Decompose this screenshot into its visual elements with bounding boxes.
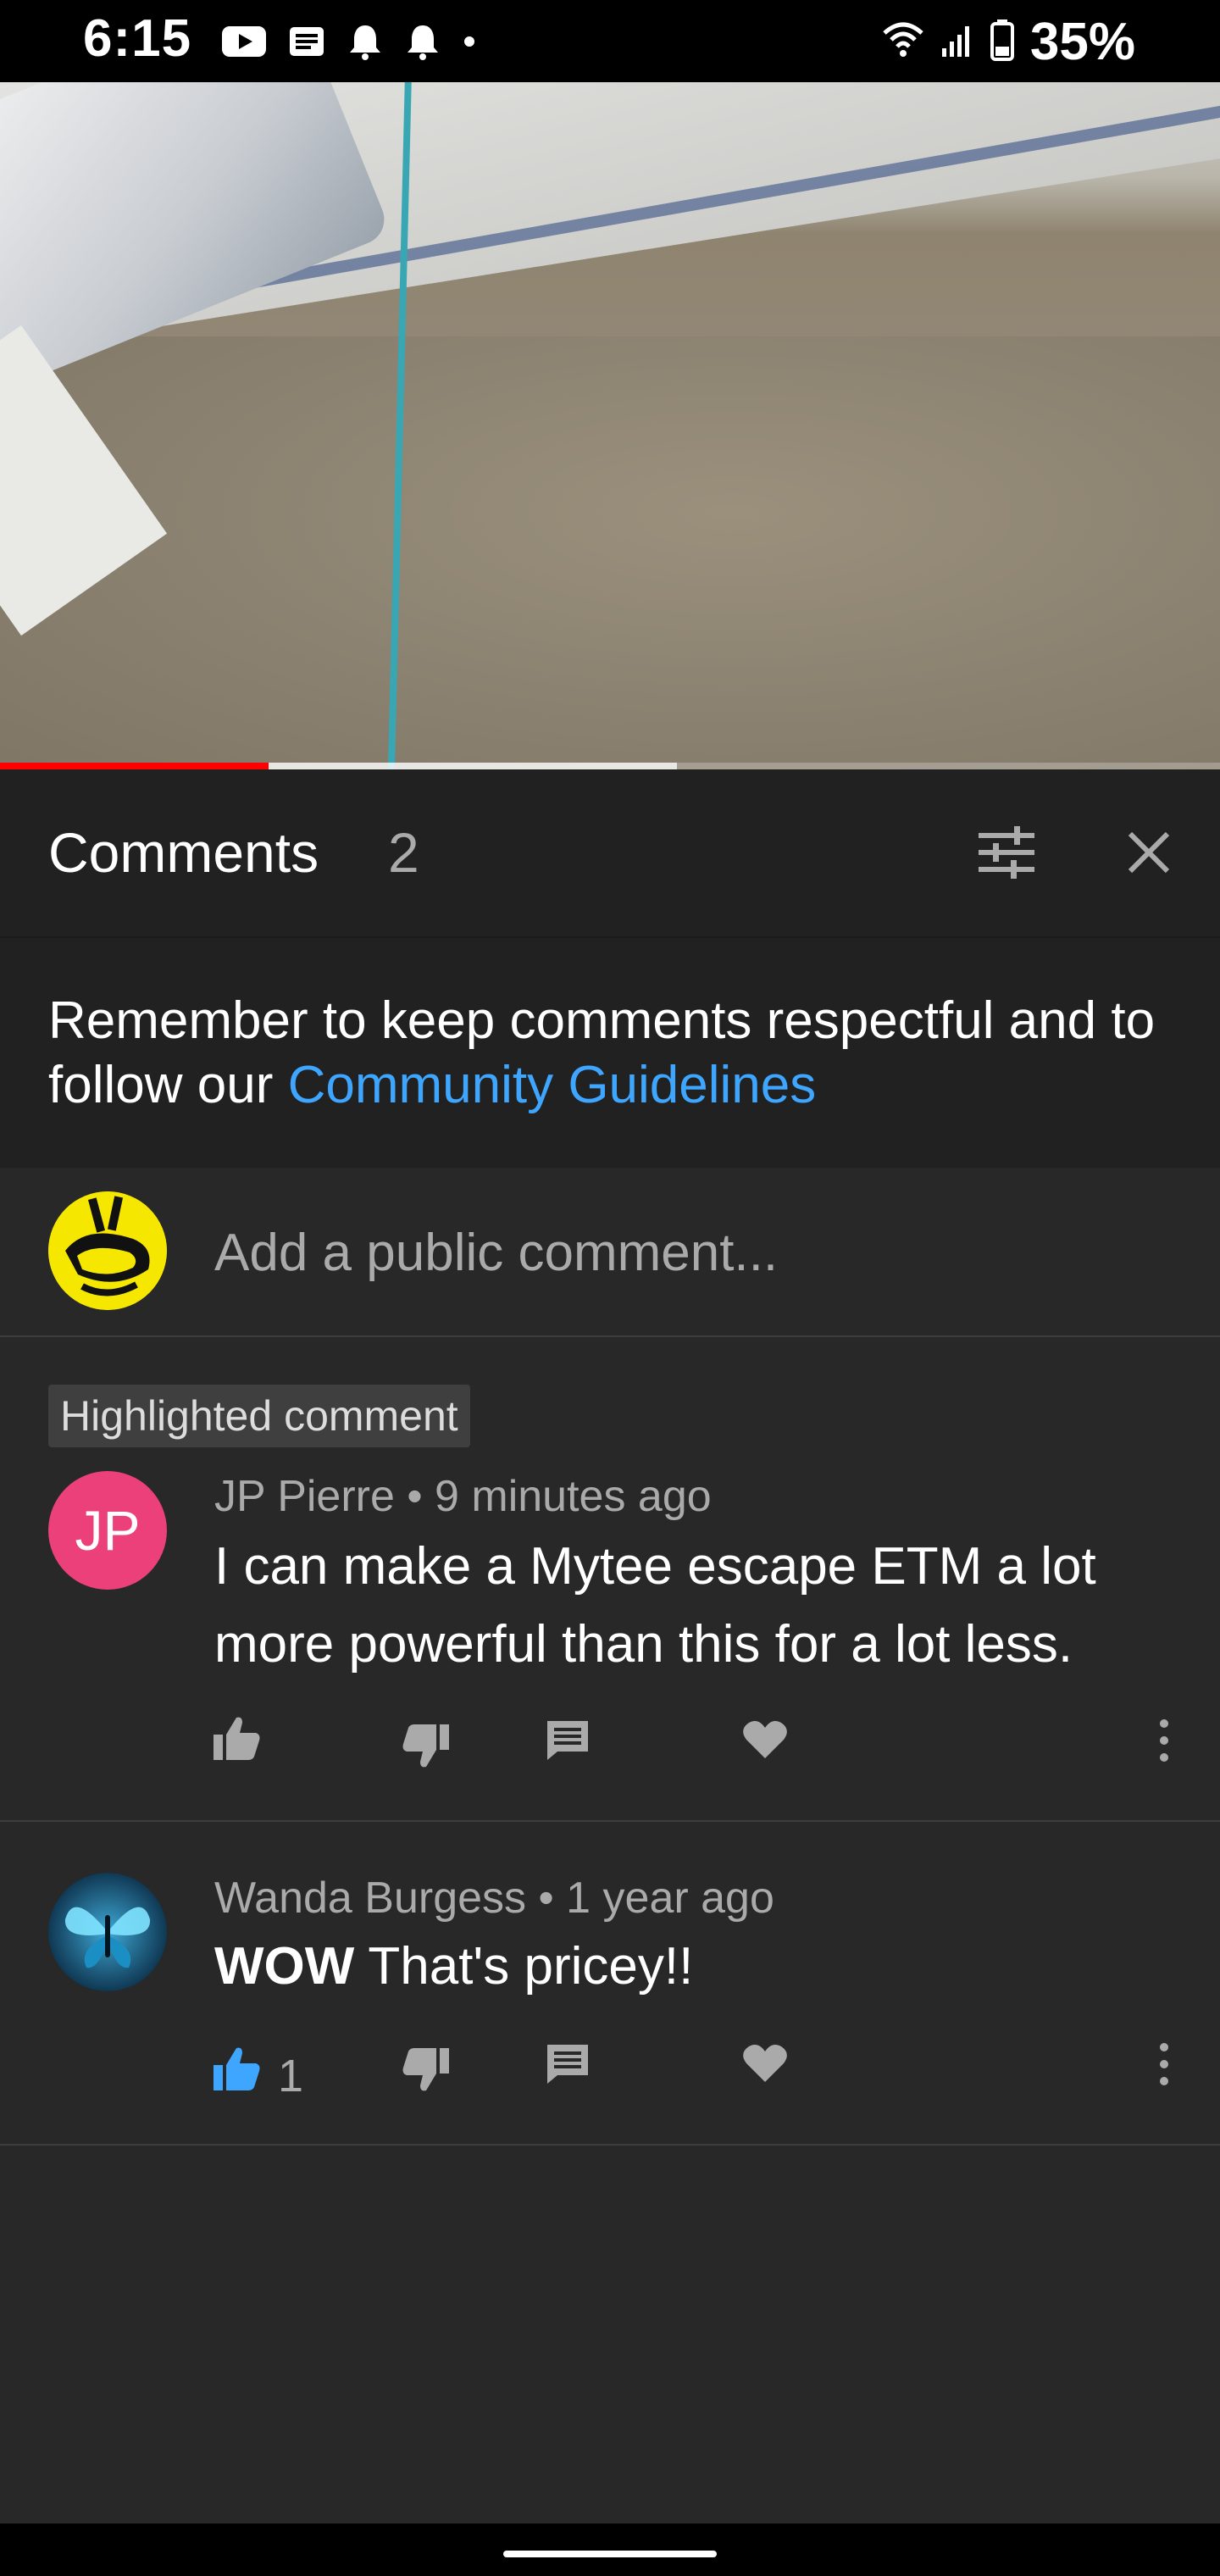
close-comments-button[interactable] [1115,820,1183,888]
signal-icon [940,21,974,63]
comments-title: Comments [48,821,319,884]
community-guidelines-notice: Remember to keep comments respectful and… [0,938,1220,1168]
sliders-icon [977,825,1036,883]
heart-icon [742,1719,788,1764]
status-bar: 6:15 35% [0,0,1220,82]
comment-time: 9 minutes ago [435,1472,712,1521]
home-gesture-handle[interactable] [503,2551,717,2557]
like-button[interactable] [212,1714,278,1766]
comment-author-avatar[interactable] [48,1873,167,1991]
thumbs-up-icon [212,1714,261,1766]
comment-meta: Wanda Burgess • 1 year ago [214,1873,774,1924]
system-icons: 35% [881,12,1135,72]
status-time: 6:15 [83,9,192,68]
comment-actions: 1 [0,2038,1220,2106]
video-played-bar [0,763,269,769]
comment-text: I can make a Mytee escape ETM a lot more… [214,1537,1096,1674]
video-frame-carpet [0,336,1220,769]
sort-filter-button[interactable] [973,820,1040,888]
avatar-initials: JP [75,1499,141,1562]
comment-icon [546,1719,590,1766]
comment-author[interactable]: Wanda Burgess [214,1874,526,1923]
dislike-button[interactable] [402,1723,451,1774]
add-comment-row[interactable]: Add a public comment... [0,1168,1220,1337]
community-guidelines-link[interactable]: Community Guidelines [288,1056,817,1114]
video-player[interactable] [0,82,1220,769]
comment-icon [546,2043,590,2090]
notification-icons [222,22,476,65]
comments-header: Comments 2 [0,769,1220,938]
user-avatar [48,1191,167,1310]
heart-button[interactable] [742,2043,788,2088]
wifi-icon [881,21,925,63]
comment-meta: JP Pierre • 9 minutes ago [214,1471,712,1522]
like-count: 1 [278,2051,304,2101]
thumbs-down-icon [402,2046,451,2098]
battery-percent: 35% [1029,13,1135,71]
reply-button[interactable] [546,1719,590,1766]
video-progress-bar[interactable] [0,763,1220,769]
like-button[interactable]: 1 [212,2038,303,2102]
comment-item: Wanda Burgess • 1 year ago WOW That's pr… [0,1822,1220,2146]
meta-separator: • [394,1472,435,1521]
more-vert-icon [1157,1718,1171,1768]
comment-text-rest: That's pricey!! [354,1937,694,1996]
heart-button[interactable] [742,1719,788,1764]
dislike-button[interactable] [402,2046,451,2098]
thumbs-up-icon [212,2045,261,2096]
comment-author[interactable]: JP Pierre [214,1472,395,1521]
news-icon [288,25,325,63]
bell-icon [347,22,383,65]
comment-author-avatar[interactable]: JP [48,1471,167,1590]
battery-icon [990,19,1015,65]
comments-count: 2 [388,821,419,884]
comment-text-bold: WOW [214,1937,355,1996]
meta-separator: • [526,1874,567,1923]
dot-icon [463,35,476,53]
close-icon [1125,829,1173,880]
youtube-icon [222,25,266,63]
bell-icon [405,22,441,65]
more-vert-icon [1157,2041,1171,2091]
heart-icon [742,2043,788,2088]
guidelines-text: Remember to keep comments respectful and… [48,989,1175,1118]
highlighted-comment-badge: Highlighted comment [48,1385,470,1447]
comment-menu-button[interactable] [1157,2041,1171,2091]
thumbs-down-icon [402,1723,451,1774]
add-comment-input[interactable]: Add a public comment... [214,1223,778,1283]
comment-time: 1 year ago [566,1874,774,1923]
comment-text: WOW That's pricey!! [214,1928,1172,2006]
reply-button[interactable] [546,2043,590,2090]
butterfly-avatar [48,1873,167,1991]
comment-item: Highlighted comment JP JP Pierre • 9 min… [0,1337,1220,1822]
comment-actions [0,1714,1220,1782]
comment-menu-button[interactable] [1157,1718,1171,1768]
system-nav-bar [0,2523,1220,2576]
